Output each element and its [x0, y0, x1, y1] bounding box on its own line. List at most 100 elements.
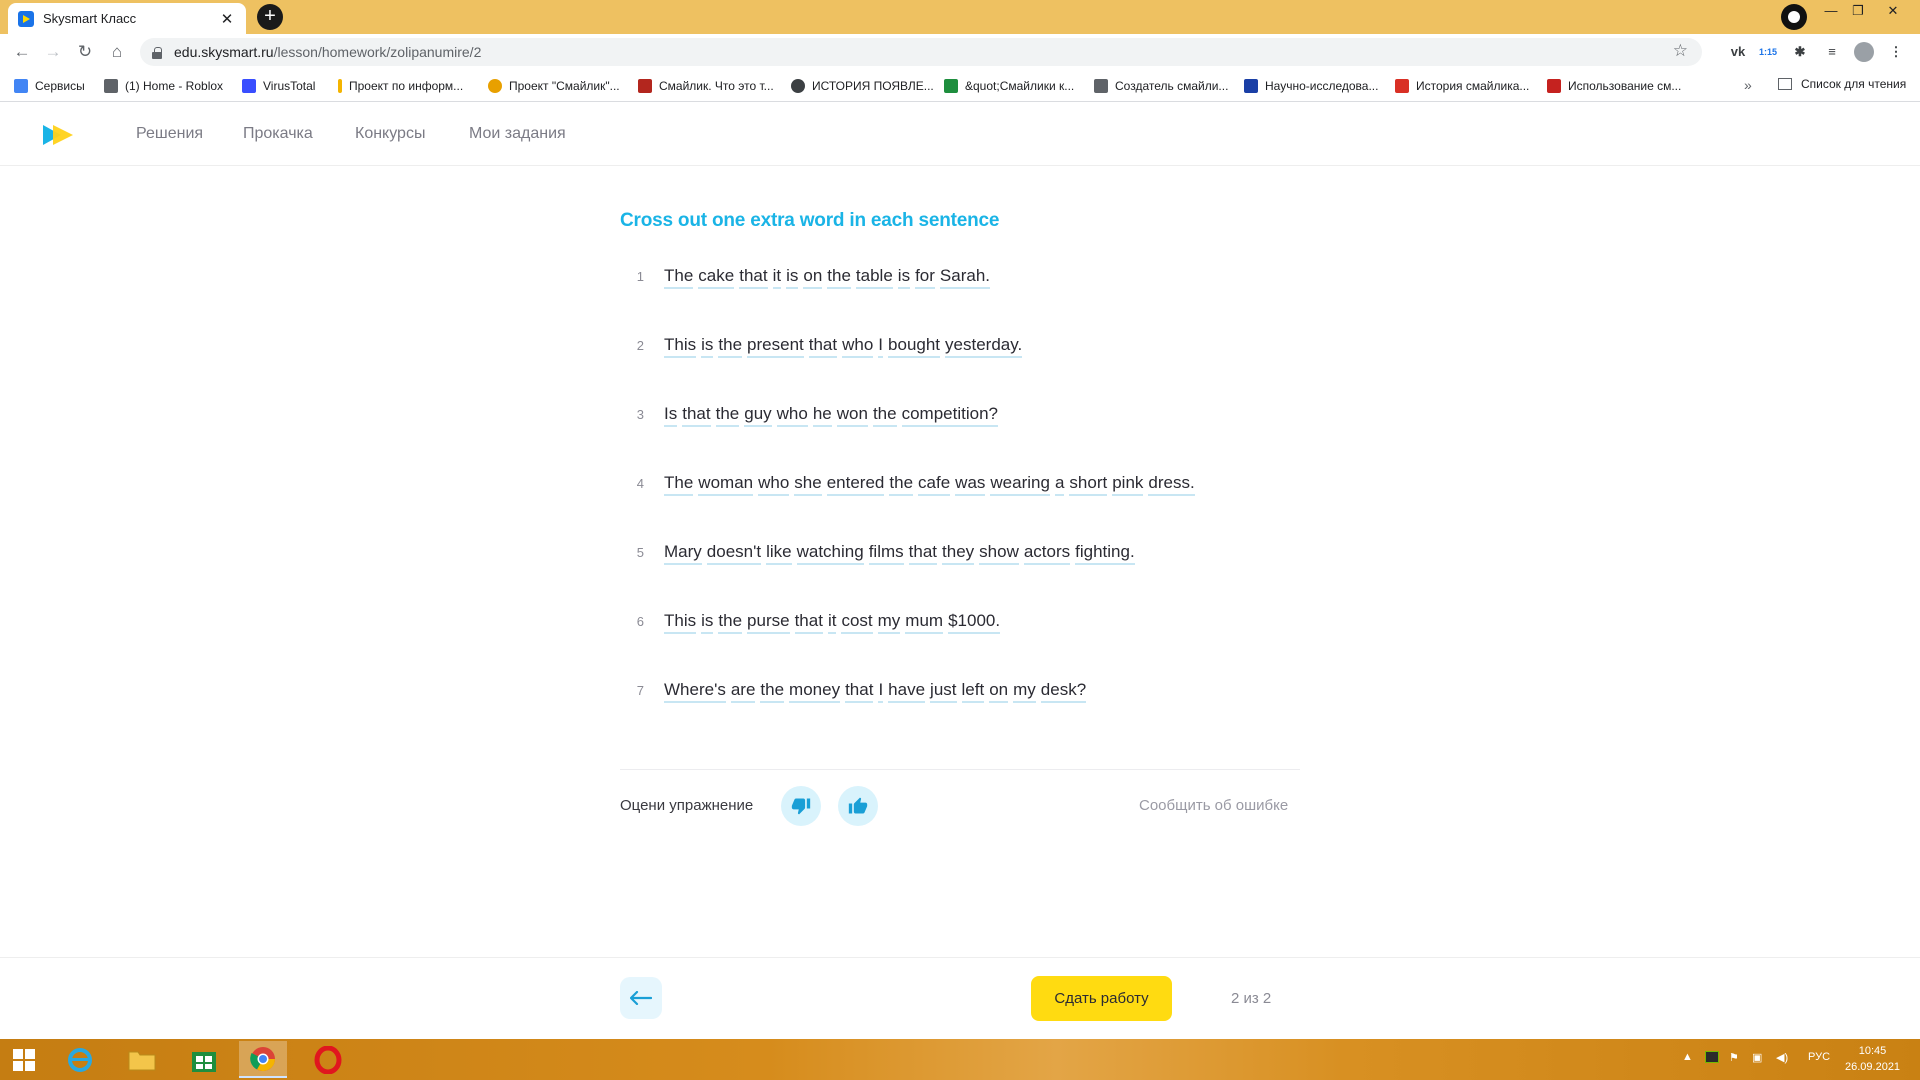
- word-token[interactable]: wearing: [990, 473, 1050, 496]
- flag-tray-icon[interactable]: ⚑: [1729, 1051, 1739, 1064]
- word-token[interactable]: are: [730, 680, 756, 703]
- bookmark-history[interactable]: ИСТОРИЯ ПОЯВЛЕ...: [791, 77, 934, 95]
- new-tab-button[interactable]: +: [257, 4, 283, 30]
- word-token[interactable]: is: [701, 335, 714, 358]
- nav-solutions[interactable]: Решения: [136, 125, 203, 143]
- word-token[interactable]: Sarah.: [939, 266, 991, 289]
- word-token[interactable]: guy: [744, 404, 772, 427]
- word-token[interactable]: that: [908, 542, 938, 565]
- word-token[interactable]: yesterday.: [945, 335, 1023, 358]
- word-token[interactable]: she: [794, 473, 822, 496]
- word-token[interactable]: dress.: [1148, 473, 1195, 496]
- close-window-button[interactable]: ✕: [1880, 3, 1906, 19]
- word-token[interactable]: it: [827, 611, 837, 634]
- report-error-link[interactable]: Сообщить об ошибке: [1139, 797, 1288, 814]
- bookmark-research[interactable]: Научно-исследова...: [1244, 77, 1378, 95]
- word-token[interactable]: actors: [1023, 542, 1071, 565]
- word-token[interactable]: left: [961, 680, 985, 703]
- browser-tab[interactable]: Skysmart Класс ✕: [8, 3, 246, 34]
- word-token[interactable]: the: [715, 404, 740, 427]
- word-token[interactable]: films: [868, 542, 904, 565]
- bookmark-smiley-creator[interactable]: Создатель смайли...: [1094, 77, 1228, 95]
- word-token[interactable]: a: [1054, 473, 1065, 496]
- word-token[interactable]: cafe: [918, 473, 951, 496]
- minimize-button[interactable]: —: [1818, 3, 1844, 18]
- word-token[interactable]: doesn't: [706, 542, 762, 565]
- bookmark-smiley-history[interactable]: История смайлика...: [1395, 77, 1529, 95]
- word-token[interactable]: is: [897, 266, 911, 289]
- word-token[interactable]: mum: [905, 611, 944, 634]
- word-token[interactable]: who: [842, 335, 874, 358]
- word-token[interactable]: watching: [796, 542, 864, 565]
- word-token[interactable]: won: [836, 404, 868, 427]
- word-token[interactable]: Is: [664, 404, 678, 427]
- puzzle-extensions-icon[interactable]: ✱: [1790, 42, 1810, 62]
- word-token[interactable]: that: [739, 266, 768, 289]
- word-token[interactable]: This: [664, 611, 697, 634]
- network-tray-icon[interactable]: ▣: [1752, 1051, 1762, 1064]
- word-token[interactable]: for: [915, 266, 935, 289]
- taskbar-clock[interactable]: 10:45 26.09.2021: [1845, 1043, 1900, 1075]
- reading-list-button[interactable]: Список для чтения: [1778, 77, 1906, 91]
- word-token[interactable]: the: [889, 473, 914, 496]
- word-token[interactable]: I: [878, 680, 884, 703]
- taskbar-file-explorer[interactable]: [118, 1041, 166, 1078]
- thumbs-down-button[interactable]: [781, 786, 821, 826]
- word-token[interactable]: $1000.: [948, 611, 1001, 634]
- word-token[interactable]: is: [786, 266, 799, 289]
- previous-page-button[interactable]: [620, 977, 662, 1019]
- word-token[interactable]: on: [989, 680, 1009, 703]
- word-token[interactable]: woman: [698, 473, 754, 496]
- word-token[interactable]: The: [664, 473, 694, 496]
- word-token[interactable]: the: [718, 335, 743, 358]
- bookmark-star-icon[interactable]: ☆: [1673, 41, 1688, 61]
- thumbs-up-button[interactable]: [838, 786, 878, 826]
- word-token[interactable]: was: [955, 473, 986, 496]
- word-token[interactable]: he: [812, 404, 832, 427]
- reload-icon[interactable]: ↻: [74, 41, 96, 63]
- word-token[interactable]: Mary: [664, 542, 702, 565]
- word-token[interactable]: cake: [698, 266, 735, 289]
- word-token[interactable]: the: [872, 404, 897, 427]
- word-token[interactable]: the: [827, 266, 851, 289]
- word-token[interactable]: entered: [826, 473, 885, 496]
- bookmark-roblox[interactable]: (1) Home - Roblox: [104, 77, 223, 95]
- nav-my-tasks[interactable]: Мои задания: [469, 125, 566, 143]
- forward-arrow-icon[interactable]: →: [42, 41, 64, 63]
- submit-work-button[interactable]: Сдать работу: [1031, 976, 1172, 1021]
- word-token[interactable]: my: [877, 611, 901, 634]
- word-token[interactable]: the: [718, 611, 743, 634]
- word-token[interactable]: I: [878, 335, 884, 358]
- bookmark-smileys-quot[interactable]: &quot;Смайлики к...: [944, 77, 1074, 95]
- word-token[interactable]: This: [664, 335, 697, 358]
- word-token[interactable]: is: [701, 611, 714, 634]
- word-token[interactable]: Where's: [664, 680, 726, 703]
- taskbar-chrome[interactable]: [239, 1041, 287, 1078]
- word-token[interactable]: cost: [841, 611, 873, 634]
- account-avatar-icon[interactable]: [1854, 42, 1874, 62]
- bookmark-apps[interactable]: Сервисы: [14, 77, 85, 95]
- nav-training[interactable]: Прокачка: [243, 125, 313, 143]
- word-token[interactable]: just: [930, 680, 957, 703]
- word-token[interactable]: bought: [888, 335, 941, 358]
- profile-icon[interactable]: [1781, 4, 1807, 30]
- word-token[interactable]: desk?: [1040, 680, 1087, 703]
- word-token[interactable]: my: [1013, 680, 1036, 703]
- nvidia-tray-icon[interactable]: [1705, 1051, 1719, 1063]
- back-arrow-icon[interactable]: ←: [11, 41, 33, 63]
- taskbar-opera[interactable]: [304, 1041, 352, 1078]
- restore-button[interactable]: ❐: [1845, 3, 1871, 19]
- word-token[interactable]: that: [845, 680, 874, 703]
- word-token[interactable]: money: [789, 680, 841, 703]
- bookmark-project-inform[interactable]: Проект по информ...: [338, 77, 463, 95]
- word-token[interactable]: it: [772, 266, 782, 289]
- chrome-menu-icon[interactable]: ⋮: [1886, 42, 1906, 62]
- word-token[interactable]: they: [942, 542, 975, 565]
- word-token[interactable]: purse: [747, 611, 790, 634]
- word-token[interactable]: present: [747, 335, 804, 358]
- word-token[interactable]: on: [803, 266, 823, 289]
- media-queue-icon[interactable]: ≡: [1822, 42, 1842, 62]
- word-token[interactable]: short: [1069, 473, 1108, 496]
- bookmark-smiley-what[interactable]: Смайлик. Что это т...: [638, 77, 774, 95]
- tab-close-icon[interactable]: ✕: [218, 10, 236, 28]
